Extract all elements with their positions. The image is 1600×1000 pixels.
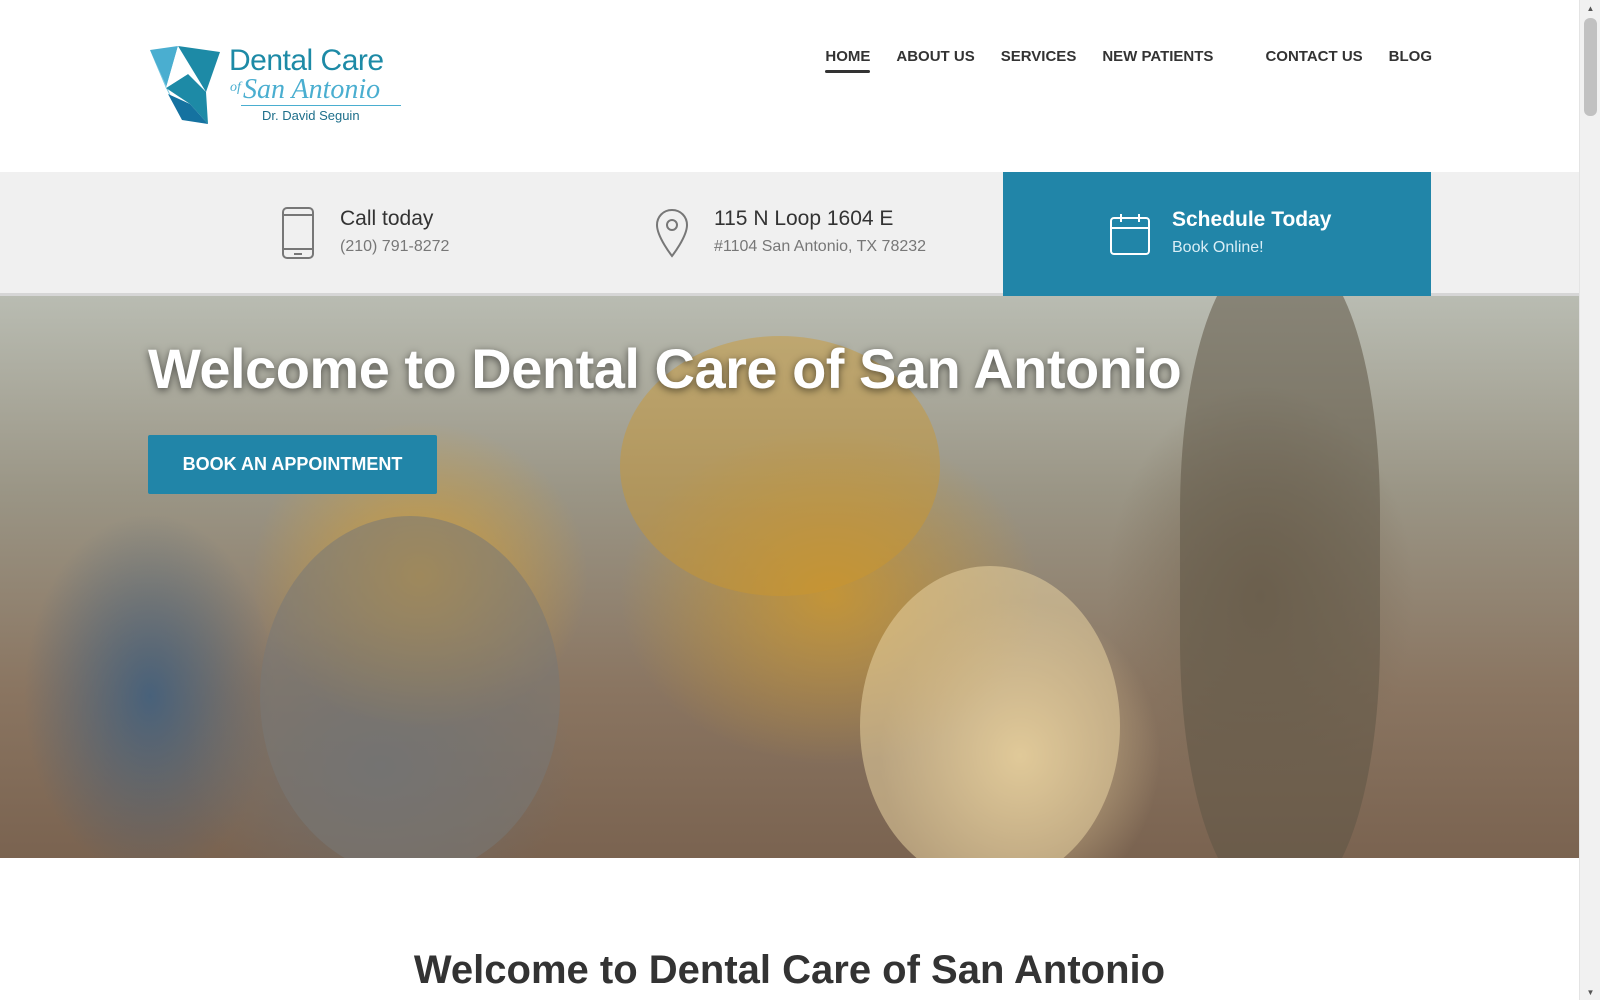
nav-item-services[interactable]: SERVICES [1001, 48, 1077, 73]
hero-title: Welcome to Dental Care of San Antonio [148, 337, 1182, 400]
scroll-thumb[interactable] [1584, 18, 1597, 116]
address-text: 115 N Loop 1604 E #1104 San Antonio, TX … [714, 205, 926, 261]
scroll-down-arrow-icon[interactable]: ▼ [1580, 984, 1600, 1000]
page-content: Dental Care of San Antonio Dr. David Seg… [0, 0, 1579, 1000]
phone-icon [276, 205, 320, 261]
nav-item-blog[interactable]: BLOG [1389, 48, 1432, 73]
nav-item-new-patients[interactable]: NEW PATIENTS [1102, 48, 1213, 73]
call-text: Call today (210) 791-8272 [340, 205, 449, 261]
schedule-cta[interactable]: Schedule Today Book Online! [1003, 172, 1431, 296]
address-info[interactable]: 115 N Loop 1604 E #1104 San Antonio, TX … [650, 172, 926, 293]
book-appointment-button[interactable]: BOOK AN APPOINTMENT [148, 435, 437, 494]
nav-item-home[interactable]: HOME [825, 48, 871, 73]
scroll-up-arrow-icon[interactable]: ▲ [1580, 0, 1600, 16]
hero-photo-figure [260, 516, 560, 858]
logo-name: Dental Care [229, 44, 384, 77]
site-logo[interactable]: Dental Care of San Antonio Dr. David Seg… [148, 42, 408, 128]
address-city: #1104 San Antonio, TX 78232 [714, 237, 927, 255]
tooth-logo-icon [150, 46, 220, 124]
schedule-sub: Book Online! [1172, 239, 1264, 256]
schedule-title: Schedule Today [1172, 208, 1332, 231]
welcome-heading: Welcome to Dental Care of San Antonio [413, 948, 1166, 992]
main-nav: HOME ABOUT US SERVICES NEW PATIENTS CONT… [799, 48, 1432, 73]
hero-banner: Welcome to Dental Care of San Antonio BO… [0, 296, 1579, 858]
address-street: 115 N Loop 1604 E [714, 206, 894, 230]
calendar-icon [1108, 210, 1152, 258]
logo-doctor: Dr. David Seguin [262, 108, 360, 123]
hero-photo-figure-3 [860, 566, 1120, 858]
call-title: Call today [340, 206, 434, 230]
page-scrollbar[interactable]: ▲ ▼ [1579, 0, 1600, 1000]
phone-number: (210) 791-8272 [340, 237, 450, 255]
logo-of: of [230, 80, 241, 95]
site-header: Dental Care of San Antonio Dr. David Seg… [0, 0, 1579, 172]
schedule-text: Schedule Today Book Online! [1172, 206, 1331, 262]
call-info[interactable]: Call today (210) 791-8272 [276, 172, 449, 293]
logo-divider [241, 105, 401, 106]
hero-photo-backdrop [1180, 296, 1380, 858]
map-pin-icon [650, 205, 694, 261]
nav-item-about-us[interactable]: ABOUT US [896, 48, 974, 73]
page: Dental Care of San Antonio Dr. David Seg… [0, 0, 1600, 1000]
nav-item-contact-us[interactable]: CONTACT US [1265, 48, 1362, 73]
logo-city: San Antonio [243, 74, 381, 105]
